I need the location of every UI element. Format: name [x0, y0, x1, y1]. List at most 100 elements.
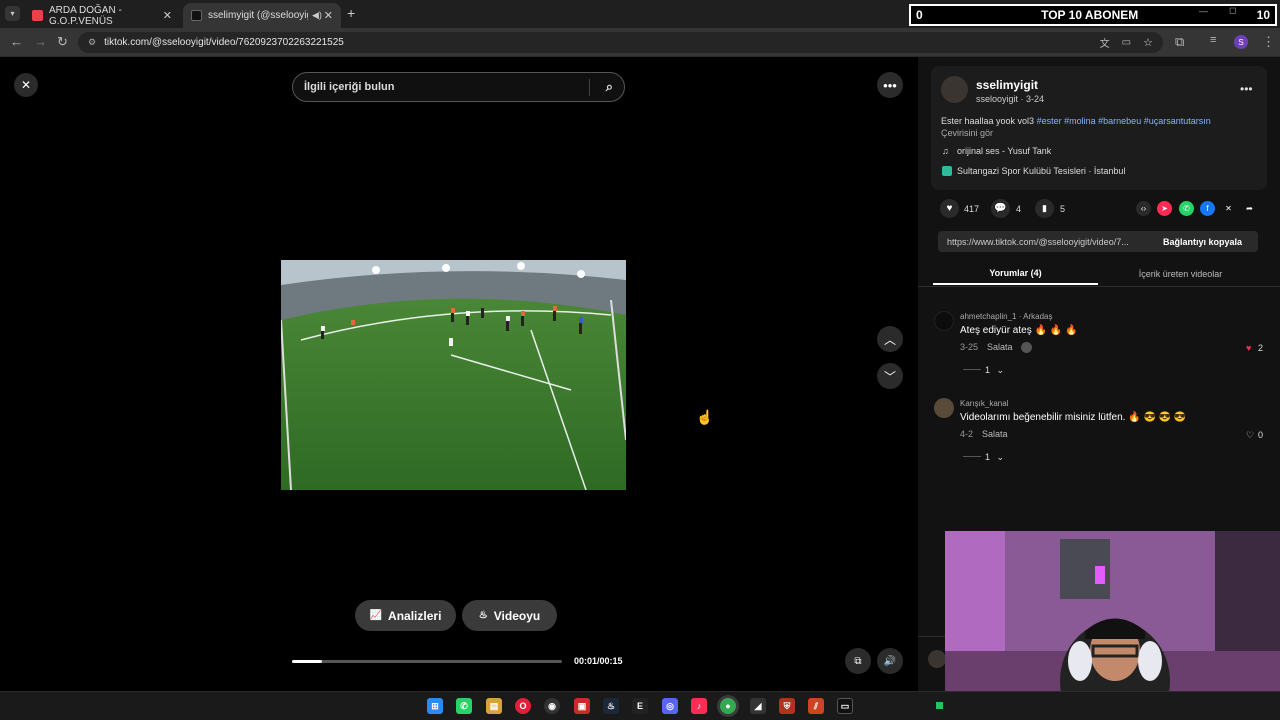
analytics-button[interactable]: 📈 Analizleri [355, 600, 456, 631]
reading-list-icon[interactable]: ≡ [1210, 34, 1216, 46]
cast-icon[interactable]: ▭ [1122, 37, 1131, 48]
post-more-icon[interactable]: ••• [1240, 82, 1253, 96]
share-arrow-icon[interactable]: ➦ [1242, 201, 1257, 216]
tab-creator-videos[interactable]: İçerik üreten videolar [1098, 263, 1263, 285]
discord-icon[interactable]: ◎ [662, 698, 678, 714]
volume-icon[interactable]: 🔊 [877, 648, 903, 674]
close-tab-icon[interactable]: ✕ [324, 9, 333, 22]
browser-menu-icon[interactable]: ⋮ [1262, 34, 1275, 50]
search-icon[interactable]: ⌕ [606, 79, 613, 95]
music-note-icon: ♫ [942, 146, 949, 156]
new-tab-button[interactable]: + [347, 5, 355, 21]
extensions-icon[interactable]: ⧉ [1175, 34, 1184, 50]
reload-icon[interactable]: ↻ [57, 34, 68, 50]
replies-divider [963, 456, 981, 457]
facebook-icon[interactable]: f [1200, 201, 1215, 216]
send-icon[interactable]: ➤ [1157, 201, 1172, 216]
share-link-field[interactable]: https://www.tiktok.com/@sselooyigit/vide… [938, 231, 1258, 252]
whatsapp-icon[interactable]: ✆ [1179, 201, 1194, 216]
save-button[interactable]: ▮ [1035, 199, 1054, 218]
share-link-text: https://www.tiktok.com/@sselooyigit/vide… [947, 236, 1129, 247]
app-red-icon[interactable]: ▣ [574, 698, 590, 714]
hashtag[interactable]: #uçarsantutarsın [1144, 116, 1211, 126]
search-divider [589, 79, 590, 96]
sound-link[interactable]: orijinal ses - Yusuf Tank [957, 146, 1051, 156]
tab-title: sselimyigit (@sselooyigit) | [208, 10, 308, 21]
related-search-input[interactable]: İlgili içeriği bulun ⌕ [292, 72, 625, 102]
location-link[interactable]: Sultangazi Spor Kulübü Tesisleri · İstan… [957, 166, 1125, 176]
creator-display-name[interactable]: sselimyigit [976, 78, 1038, 92]
close-video-icon[interactable]: ✕ [14, 73, 38, 97]
commenter-avatar[interactable] [934, 398, 954, 418]
window-minimize-icon[interactable]: — [1199, 6, 1208, 16]
window-restore-icon[interactable]: ◻ [1229, 5, 1236, 16]
close-tab-icon[interactable]: ✕ [163, 9, 172, 22]
tab-tiktok[interactable]: sselimyigit (@sselooyigit) | ◀) ✕ [183, 3, 341, 28]
file-explorer-icon[interactable]: ▤ [486, 698, 502, 714]
comment-badge: Salata [987, 342, 1013, 352]
commenter-avatar[interactable] [934, 311, 954, 331]
app-stripes-icon[interactable]: ⫽ [808, 698, 824, 714]
profile-avatar[interactable]: S [1234, 35, 1248, 49]
comment-button[interactable]: 💬 [991, 199, 1010, 218]
windows-start-icon[interactable]: ⊞ [427, 698, 443, 714]
tab-arda-dogan[interactable]: ARDA DOĞAN - G.O.P.VENÜS ✕ [24, 3, 180, 28]
tiktok-taskbar-icon[interactable]: ♪ [691, 698, 707, 714]
save-count: 5 [1060, 204, 1066, 214]
youtube-favicon-icon [32, 10, 43, 21]
translate-icon[interactable]: ⽂ [1100, 35, 1110, 50]
replies-toggle[interactable]: 1 ⌄ [985, 365, 1004, 376]
overlay-right-value: 10 [1256, 8, 1270, 22]
obs-icon[interactable]: ◉ [544, 698, 560, 714]
opera-icon[interactable]: O [515, 698, 531, 714]
video-frame[interactable] [281, 260, 626, 490]
embed-icon[interactable]: ‹› [1136, 201, 1151, 216]
tab-comments[interactable]: Yorumlar (4) [933, 263, 1098, 285]
app-arrow-icon[interactable]: ◢ [750, 698, 766, 714]
search-placeholder: İlgili içeriği bulun [304, 81, 395, 93]
replies-count: 1 [985, 365, 991, 375]
comment-text: Ateş ediyür ateş 🔥 🔥 🔥 [960, 325, 1078, 336]
whatsapp-taskbar-icon[interactable]: ✆ [456, 698, 472, 714]
more-options-icon[interactable]: ••• [877, 72, 903, 98]
comment-user[interactable]: ahmetchaplin_1 · Arkadaş [960, 312, 1053, 321]
shield-icon[interactable]: ⛨ [779, 698, 795, 714]
comment-badge: Salata [982, 429, 1008, 439]
hashtag[interactable]: #molina [1064, 116, 1096, 126]
x-icon[interactable]: ✕ [1221, 201, 1236, 216]
forward-arrow-icon[interactable]: → [34, 34, 47, 49]
floating-player-icon[interactable]: ⧉ [845, 648, 871, 674]
overlay-left-value: 0 [916, 8, 923, 22]
creator-avatar[interactable] [941, 76, 968, 103]
bookmark-star-icon[interactable]: ☆ [1143, 36, 1153, 49]
hashtag[interactable]: #ester [1037, 116, 1062, 126]
hashtag[interactable]: #barnebeu [1098, 116, 1141, 126]
replies-count: 1 [985, 452, 991, 462]
steam-icon[interactable]: ♨ [603, 698, 619, 714]
comment-like-icon[interactable]: ♡ [1246, 430, 1254, 441]
speaker-icon[interactable]: ◀) [312, 10, 322, 21]
replies-toggle[interactable]: 1 ⌄ [985, 452, 1004, 463]
comment-user[interactable]: Karışık_kanal [960, 399, 1008, 408]
tab-search-chevron-icon[interactable]: ▾ [5, 6, 20, 21]
chrome-icon[interactable]: ● [720, 698, 736, 714]
translate-link[interactable]: Çevirisini gör [941, 128, 993, 138]
next-video-icon[interactable]: ﹀ [877, 363, 903, 389]
epic-games-icon[interactable]: E [632, 698, 648, 714]
mouse-cursor-icon: ☝ [696, 409, 714, 425]
caption: Ester haallaa yook vol3 #ester #molina #… [941, 116, 1261, 126]
video-progress-bar[interactable] [292, 660, 562, 663]
creator-handle-date: sselooyigit · 3-24 [976, 94, 1045, 104]
promote-video-button[interactable]: ♨ Videoyu [462, 600, 557, 631]
previous-video-icon[interactable]: ︿ [877, 326, 903, 352]
back-arrow-icon[interactable]: ← [10, 34, 23, 49]
terminal-icon[interactable]: ▭ [837, 698, 853, 714]
video-progress-fill [292, 660, 322, 663]
site-info-icon[interactable]: ⚙ [88, 37, 96, 48]
like-button[interactable]: ♥ [940, 199, 959, 218]
like-count: 417 [964, 204, 980, 214]
url-field[interactable]: ⚙ tiktok.com/@sselooyigit/video/76209237… [78, 32, 1163, 53]
copy-link-button[interactable]: Bağlantıyı kopyala [1163, 237, 1242, 247]
chart-icon: 📈 [369, 610, 383, 621]
comment-like-icon[interactable]: ♥ [1246, 343, 1251, 353]
